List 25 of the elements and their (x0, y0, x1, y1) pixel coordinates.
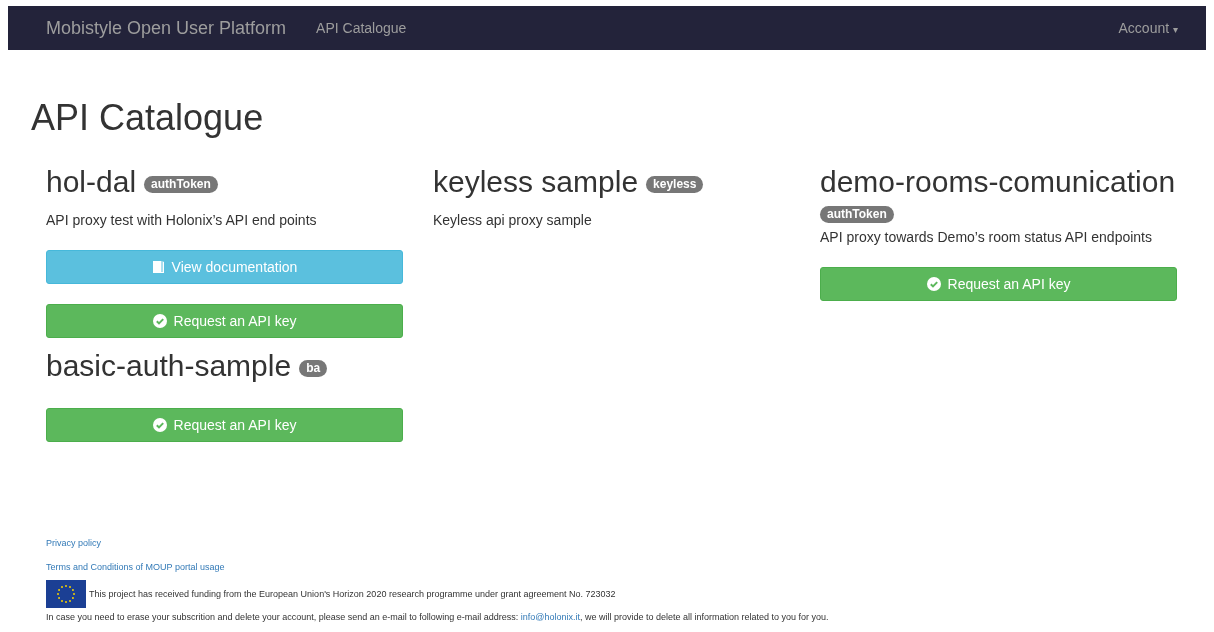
auth-badge: authToken (820, 206, 894, 223)
account-deletion-text: In case you need to erase your subscrition and delete your account, please send an e-mail to following e-mail address: info@holonix.it, we will provide to delete all information related to you for you. (46, 612, 829, 622)
api-name: demo-rooms-comunication (820, 164, 1176, 200)
check-circle-icon (926, 277, 941, 291)
eu-flag-icon (46, 580, 86, 608)
check-circle-icon (152, 418, 167, 432)
footer-link[interactable]: Privacy policy (46, 538, 101, 548)
page-title: API Catalogue (31, 98, 265, 138)
auth-badge: ba (299, 359, 328, 377)
api-description: Keyless api proxy sample (433, 211, 593, 230)
account-menu[interactable]: Account ▾ (1118, 20, 1178, 36)
nav-link[interactable]: API Catalogue (316, 20, 407, 36)
auth-badge: authToken (144, 175, 218, 193)
check-circle-icon (152, 314, 167, 328)
auth-badge: keyless (646, 175, 704, 193)
api-description: API proxy towards Demo’s room status API endpoints (820, 228, 1153, 247)
api-description: API proxy test with Holonix’s API end points (46, 211, 318, 230)
funding-text: This project has received funding from the European Union's Horizon 2020 research programme under grant agreement No. 723032 (89, 589, 616, 599)
footer-link[interactable]: Terms and Conditions of MOUP portal usage (46, 562, 225, 572)
api-name: keyless sample (433, 164, 639, 200)
api-name: hol-dal (46, 164, 137, 200)
brand-link[interactable]: Mobistyle Open User Platform (46, 17, 287, 39)
book-icon (151, 260, 165, 274)
api-name: basic-auth-sample (46, 348, 292, 384)
email-link[interactable]: info@holonix.it (520, 612, 580, 622)
